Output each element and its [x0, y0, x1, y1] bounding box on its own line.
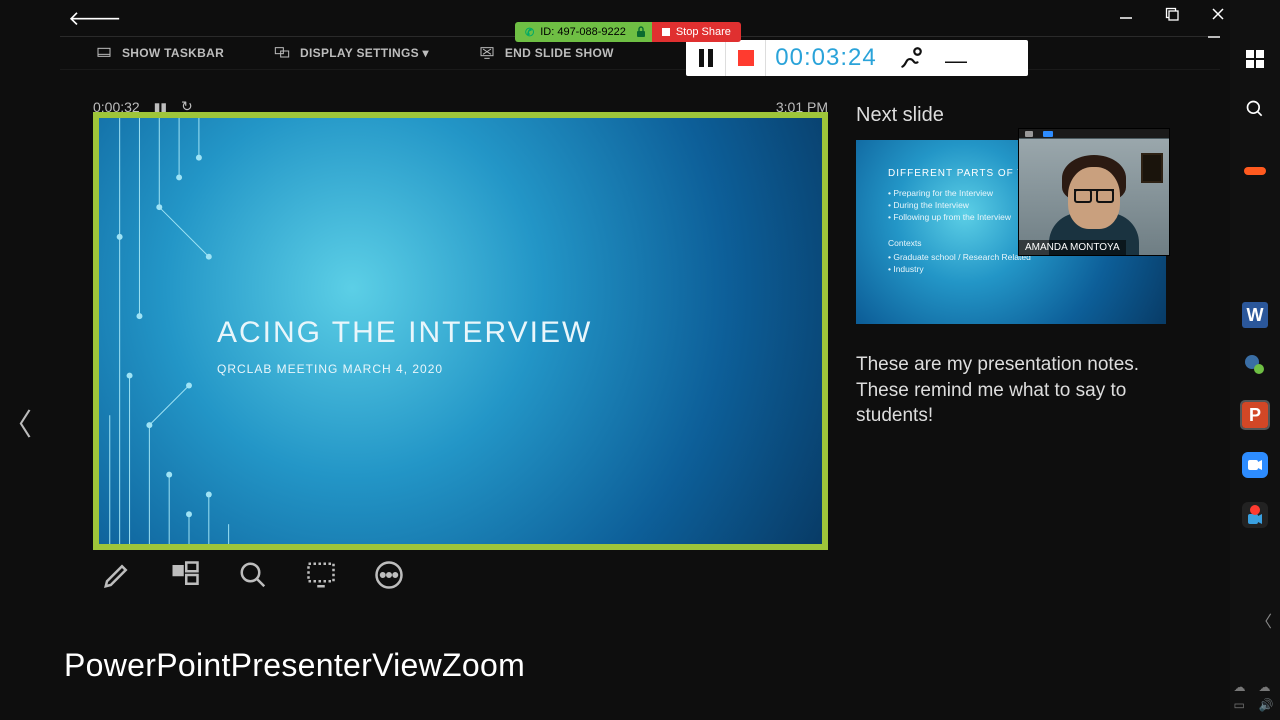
tray-battery-icon[interactable]: ▭ — [1234, 698, 1252, 712]
current-slide-area[interactable]: ACING THE INTERVIEW QRCLAB MEETING MARCH… — [93, 112, 828, 550]
stop-share-button[interactable]: Stop Share — [652, 22, 741, 42]
taskbar-app-sync-icon[interactable] — [1242, 352, 1268, 378]
tray-icon-2[interactable]: ☁ — [1259, 680, 1277, 694]
taskbar-powerpoint-icon[interactable]: P — [1242, 402, 1268, 428]
recorder-elapsed-time: 00:03:24 — [766, 44, 886, 72]
windows-start-icon[interactable] — [1242, 46, 1268, 72]
next-slide-bullet: • During the Interview — [888, 200, 969, 210]
next-slide-bullet: • Industry — [888, 264, 924, 274]
tray-icon-1[interactable]: ☁ — [1234, 680, 1252, 694]
slide-title: ACING THE INTERVIEW — [217, 316, 592, 350]
black-screen-button[interactable] — [304, 558, 338, 592]
video-caption: PowerPointPresenterViewZoom — [64, 647, 525, 684]
zoom-id-label: ID: 497-088-9222 — [540, 26, 626, 38]
display-settings-label: DISPLAY SETTINGS ▾ — [300, 46, 429, 60]
more-options-button[interactable] — [372, 558, 406, 592]
recorder-stop-button[interactable] — [726, 40, 766, 76]
end-slideshow-label: END SLIDE SHOW — [505, 46, 614, 60]
previous-slide-button[interactable]: 〈 — [2, 400, 32, 444]
recorder-minimize-button[interactable]: — — [936, 42, 976, 74]
next-slide-bullet: • Following up from the Interview — [888, 212, 1011, 222]
current-slide: ACING THE INTERVIEW QRCLAB MEETING MARCH… — [99, 118, 822, 544]
show-taskbar-label: SHOW TASKBAR — [122, 46, 224, 60]
floating-window-minimize[interactable] — [1182, 28, 1226, 58]
window-minimize-button[interactable] — [1117, 5, 1135, 23]
display-settings-button[interactable]: DISPLAY SETTINGS ▾ — [274, 45, 429, 61]
lock-icon — [630, 22, 652, 42]
zoom-tool-button[interactable] — [236, 558, 270, 592]
pen-tool-button[interactable] — [100, 558, 134, 592]
phone-icon: ✆ — [525, 26, 534, 39]
zoom-meeting-id: ✆ ID: 497-088-9222 — [515, 22, 630, 42]
taskbar-zoom-icon[interactable] — [1242, 452, 1268, 478]
recorder-pause-button[interactable] — [686, 40, 726, 76]
presenter-slide-tools — [100, 558, 406, 592]
end-slideshow-button[interactable]: END SLIDE SHOW — [479, 45, 614, 61]
slide-subtitle: QRCLAB MEETING MARCH 4, 2020 — [217, 362, 443, 376]
webcam-video-window[interactable]: AMANDA MONTOYA — [1018, 128, 1170, 256]
see-all-slides-button[interactable] — [168, 558, 202, 592]
stop-icon — [662, 28, 670, 36]
taskbar-word-icon[interactable]: W — [1242, 302, 1268, 328]
taskbar-app-1[interactable] — [1242, 162, 1268, 188]
tray-volume-icon[interactable]: 🔊 — [1259, 698, 1277, 712]
back-button[interactable]: 🡐 — [68, 6, 122, 31]
stop-share-label: Stop Share — [676, 26, 731, 38]
screen-recorder-toolbar: 00:03:24 — — [686, 40, 1028, 76]
show-taskbar-button[interactable]: SHOW TASKBAR — [96, 45, 224, 61]
next-slide-bullet: • Graduate school / Research Related — [888, 252, 1031, 262]
taskbar-recorder-icon[interactable] — [1242, 502, 1268, 528]
webcam-participant-name: AMANDA MONTOYA — [1019, 240, 1126, 255]
zoom-share-bar: ✆ ID: 497-088-9222 Stop Share — [515, 22, 741, 42]
search-icon[interactable] — [1242, 96, 1268, 122]
presenter-notes: These are my presentation notes. These r… — [856, 352, 1172, 429]
recorder-annotate-button[interactable] — [886, 45, 936, 71]
window-maximize-button[interactable] — [1163, 5, 1181, 23]
window-close-button[interactable] — [1209, 5, 1227, 23]
next-slide-label: Next slide — [856, 104, 944, 127]
next-slide-heading: Contexts — [888, 238, 922, 248]
windows-taskbar: W P 〈 ☁ ☁ ▭ 🔊 — [1230, 0, 1280, 720]
taskbar-overflow-icon[interactable]: 〈 — [1256, 608, 1272, 632]
next-slide-bullet: • Preparing for the Interview — [888, 188, 993, 198]
